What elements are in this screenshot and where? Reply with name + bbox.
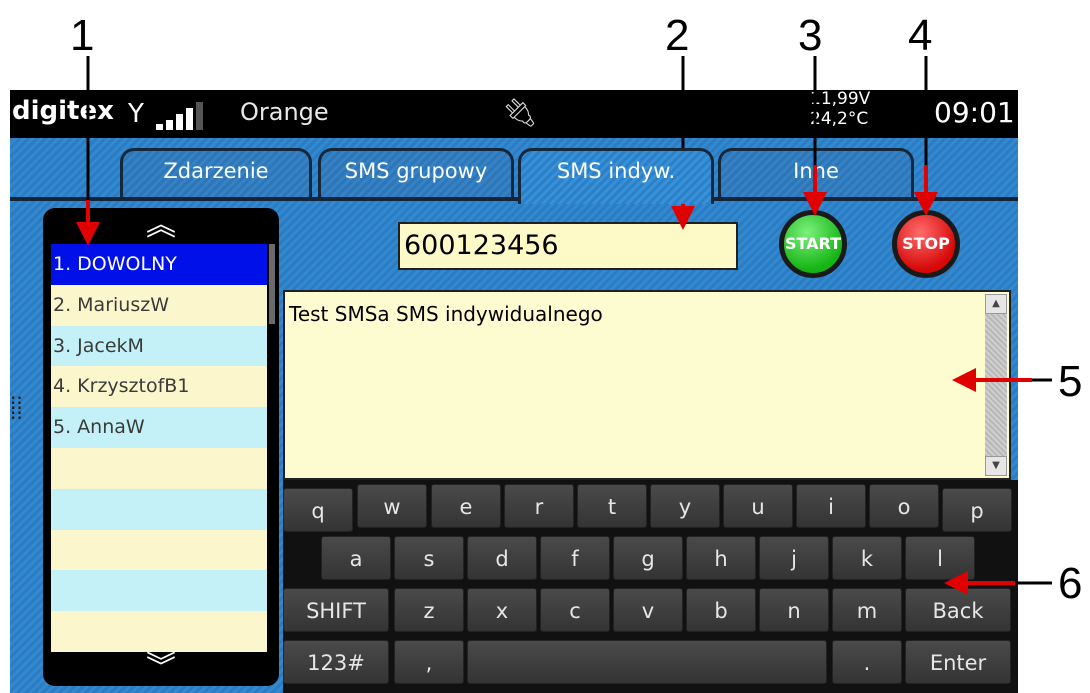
tab-sms-indyw[interactable]: SMS indyw. bbox=[518, 148, 714, 204]
callout-arrows bbox=[76, 56, 1052, 595]
